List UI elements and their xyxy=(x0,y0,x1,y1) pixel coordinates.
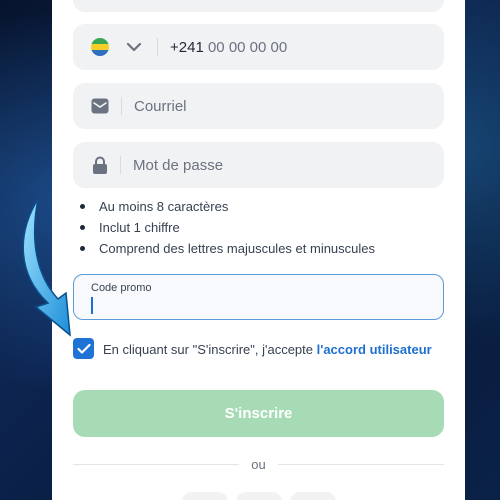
email-divider xyxy=(121,97,122,115)
phone-divider xyxy=(157,38,158,56)
social-login-button[interactable] xyxy=(182,492,228,500)
signup-button[interactable]: S'inscrire xyxy=(73,390,444,437)
country-code: +241 xyxy=(170,38,204,56)
email-field[interactable]: Courriel xyxy=(73,83,444,129)
divider-line xyxy=(73,463,240,465)
checkmark-icon xyxy=(76,343,91,354)
envelope-icon xyxy=(91,98,109,114)
phone-field[interactable]: +241 00 00 00 00 xyxy=(73,24,444,70)
promo-code-input[interactable]: Code promo xyxy=(73,274,444,320)
arrow-pointer-icon xyxy=(22,198,71,337)
promo-code-label: Code promo xyxy=(91,282,152,294)
email-placeholder: Courriel xyxy=(134,97,187,115)
requirement-item: Comprend des lettres majuscules et minus… xyxy=(80,241,375,256)
password-field[interactable]: Mot de passe xyxy=(73,142,444,188)
user-agreement-link[interactable]: l'accord utilisateur xyxy=(317,342,432,357)
requirement-item: Au moins 8 caractères xyxy=(80,199,228,214)
or-divider: ou xyxy=(73,456,444,472)
phone-placeholder: 00 00 00 00 xyxy=(207,38,288,56)
gabon-flag-icon[interactable] xyxy=(91,38,109,56)
top-partial-field[interactable] xyxy=(73,0,444,12)
consent-checkbox[interactable] xyxy=(73,338,94,359)
divider-line xyxy=(277,463,444,465)
chevron-down-icon[interactable] xyxy=(125,41,143,53)
requirement-text: Inclut 1 chiffre xyxy=(99,220,180,235)
consent-text: En cliquant sur "S'inscrire", j'accepte … xyxy=(103,341,433,358)
requirement-text: Comprend des lettres majuscules et minus… xyxy=(99,241,376,256)
requirement-item: Inclut 1 chiffre xyxy=(80,220,180,235)
text-caret xyxy=(91,297,93,314)
social-login-button[interactable] xyxy=(290,492,336,500)
or-label: ou xyxy=(251,456,266,472)
password-divider xyxy=(120,156,121,174)
consent-label: En cliquant sur "S'inscrire", j'accepte xyxy=(103,342,317,357)
phone-input[interactable]: +241 00 00 00 00 xyxy=(170,39,287,56)
lock-icon xyxy=(92,156,108,174)
password-placeholder: Mot de passe xyxy=(133,156,224,174)
social-login-button[interactable] xyxy=(236,492,282,500)
requirement-text: Au moins 8 caractères xyxy=(99,199,229,214)
